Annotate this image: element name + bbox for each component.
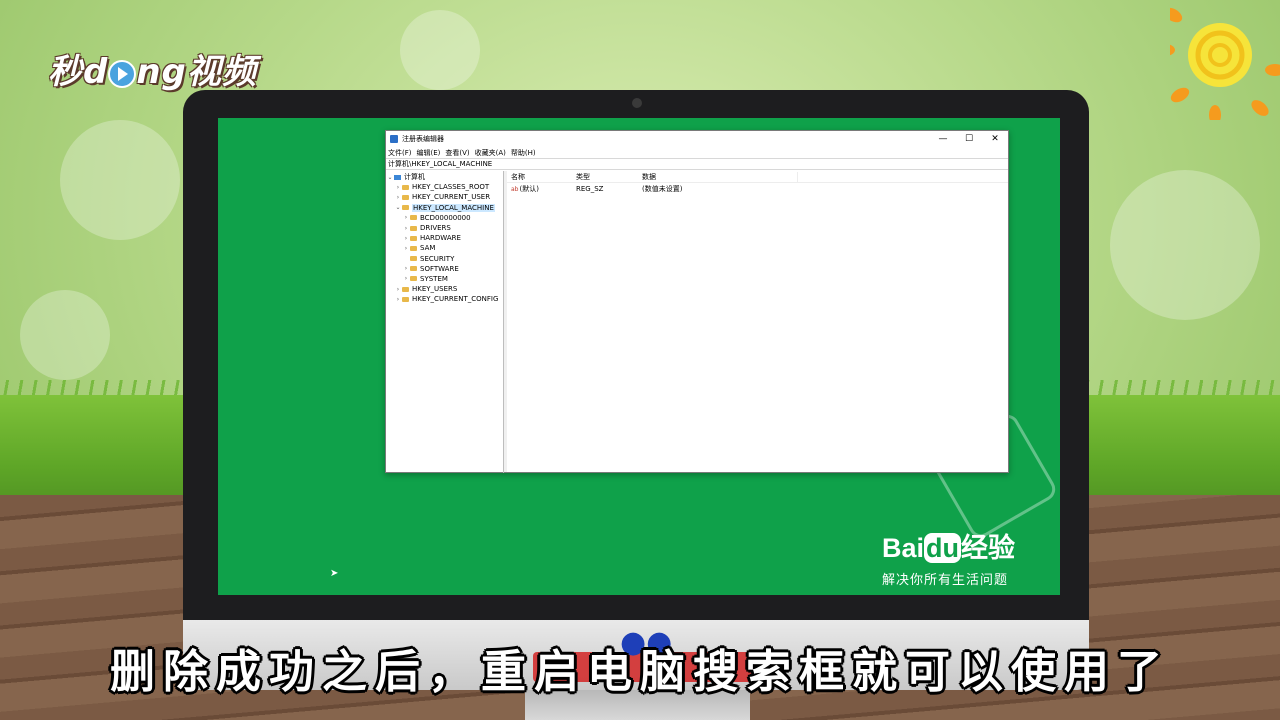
- menu-help[interactable]: 帮助(H): [511, 148, 536, 158]
- title-bar[interactable]: 注册表编辑器 — ☐ ✕: [386, 131, 1008, 147]
- chevron-right-icon[interactable]: ›: [402, 265, 410, 272]
- sun-icon: [1170, 7, 1280, 120]
- column-header-name[interactable]: 名称: [507, 172, 576, 182]
- bokeh-light: [400, 10, 480, 90]
- folder-icon: [402, 296, 409, 302]
- folder-icon: [402, 194, 409, 200]
- chevron-right-icon[interactable]: ›: [394, 194, 402, 201]
- folder-icon: [402, 286, 409, 292]
- menu-file[interactable]: 文件(F): [388, 148, 412, 158]
- computer-icon: [394, 174, 401, 180]
- registry-tree[interactable]: ⌄ 计算机 › HKEY_CLASSES_ROOT › HKEY_CURRENT_US…: [386, 171, 504, 473]
- video-subtitle: 删除成功之后，重启电脑搜索框就可以使用了: [109, 645, 1170, 698]
- list-header: 名称 类型 数据: [507, 171, 1008, 183]
- tree-node-hardware[interactable]: › HARDWARE: [386, 233, 503, 243]
- menu-bar: 文件(F) 编辑(E) 查看(V) 收藏夹(A) 帮助(H): [386, 147, 1008, 158]
- mouse-cursor-icon: ➤: [330, 568, 339, 579]
- menu-view[interactable]: 查看(V): [445, 148, 469, 158]
- tree-node-software[interactable]: › SOFTWARE: [386, 264, 503, 274]
- folder-icon: [410, 215, 417, 221]
- chevron-right-icon[interactable]: ›: [394, 296, 402, 303]
- folder-icon: [410, 225, 417, 231]
- bokeh-light: [60, 120, 180, 240]
- close-button[interactable]: ✕: [982, 131, 1008, 147]
- folder-icon: [410, 276, 417, 282]
- tree-node-bcd[interactable]: › BCD00000000: [386, 213, 503, 223]
- tree-node-drivers[interactable]: › DRIVERS: [386, 223, 503, 233]
- baidu-slogan: 解决你所有生活问题: [882, 573, 1009, 588]
- menu-favorites[interactable]: 收藏夹(A): [475, 148, 506, 158]
- folder-icon: [402, 184, 409, 190]
- string-value-icon: ab: [511, 185, 519, 193]
- values-list[interactable]: 名称 类型 数据 ab(默认) REG_SZ (数值未设置): [507, 171, 1008, 472]
- miaodong-logo: 秒d ng视频: [48, 52, 257, 92]
- maximize-button[interactable]: ☐: [956, 131, 982, 147]
- chevron-down-icon[interactable]: ⌄: [394, 204, 402, 211]
- folder-icon: [410, 245, 417, 251]
- folder-icon: [410, 235, 417, 241]
- folder-icon: [410, 266, 417, 272]
- chevron-down-icon[interactable]: ⌄: [386, 174, 394, 181]
- regedit-icon: [390, 135, 398, 143]
- tree-node-hklm[interactable]: ⌄ HKEY_LOCAL_MACHINE: [386, 203, 503, 213]
- column-header-type[interactable]: 类型: [576, 172, 642, 182]
- chevron-right-icon[interactable]: ›: [402, 235, 410, 242]
- folder-icon: [402, 205, 409, 211]
- tree-node-sam[interactable]: › SAM: [386, 243, 503, 253]
- desktop-screen: 注册表编辑器 — ☐ ✕ 文件(F) 编辑(E) 查看(V) 收藏夹(A) 帮助…: [218, 118, 1060, 595]
- bokeh-light: [20, 290, 110, 380]
- tree-node-hkcr[interactable]: › HKEY_CLASSES_ROOT: [386, 182, 503, 192]
- chevron-right-icon[interactable]: ›: [402, 245, 410, 252]
- tree-node-system[interactable]: › SYSTEM: [386, 274, 503, 284]
- play-icon: [108, 59, 137, 88]
- menu-edit[interactable]: 编辑(E): [417, 148, 441, 158]
- tree-node-hkcu[interactable]: › HKEY_CURRENT_USER: [386, 192, 503, 202]
- tree-node-computer[interactable]: ⌄ 计算机: [386, 172, 503, 182]
- window-title: 注册表编辑器: [402, 135, 444, 143]
- tree-node-hkcc[interactable]: › HKEY_CURRENT_CONFIG: [386, 294, 503, 304]
- selected-key-label: HKEY_LOCAL_MACHINE: [412, 203, 495, 212]
- tree-node-security[interactable]: SECURITY: [386, 254, 503, 264]
- bokeh-light: [1110, 170, 1260, 320]
- folder-icon: [410, 256, 417, 262]
- column-header-data[interactable]: 数据: [642, 171, 798, 182]
- minimize-button[interactable]: —: [930, 131, 956, 147]
- address-path: 计算机\HKEY_LOCAL_MACHINE: [388, 160, 493, 168]
- baidu-jingyan-logo: Baidu经验 解决你所有生活问题: [882, 533, 1016, 588]
- address-bar[interactable]: 计算机\HKEY_LOCAL_MACHINE: [386, 158, 1008, 170]
- chevron-right-icon[interactable]: ›: [402, 214, 410, 221]
- chevron-right-icon[interactable]: ›: [402, 275, 410, 282]
- camera-icon: [632, 98, 642, 108]
- chevron-right-icon[interactable]: ›: [394, 184, 402, 191]
- registry-editor-window[interactable]: 注册表编辑器 — ☐ ✕ 文件(F) 编辑(E) 查看(V) 收藏夹(A) 帮助…: [385, 130, 1009, 473]
- tree-node-hku[interactable]: › HKEY_USERS: [386, 284, 503, 294]
- chevron-right-icon[interactable]: ›: [402, 225, 410, 232]
- list-item[interactable]: ab(默认) REG_SZ (数值未设置): [507, 183, 1008, 194]
- chevron-right-icon[interactable]: ›: [394, 286, 402, 293]
